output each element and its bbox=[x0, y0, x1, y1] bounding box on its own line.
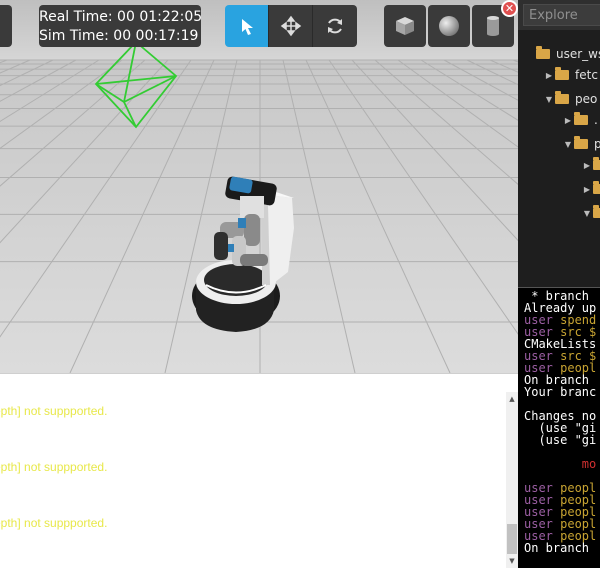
terminal-line: (use "gi bbox=[524, 433, 597, 447]
terminal-line: Your branc bbox=[524, 385, 597, 399]
tree-item[interactable]: ▼ p bbox=[562, 134, 600, 154]
tree-item[interactable]: ▼ peo bbox=[543, 89, 597, 109]
folder-icon bbox=[593, 157, 600, 170]
tree-item[interactable]: ▼ bbox=[581, 203, 600, 223]
translate-tool-button[interactable] bbox=[269, 5, 313, 47]
rotate-icon bbox=[328, 18, 342, 34]
folder-icon bbox=[555, 91, 569, 104]
explorer-header: Explore bbox=[518, 0, 600, 30]
chevron-down-icon[interactable]: ▼ bbox=[581, 209, 593, 218]
tree-item[interactable]: ▶ bbox=[581, 179, 600, 199]
console-log[interactable]: epth] not suppported. epth] not suppport… bbox=[0, 373, 518, 568]
terminal-line: mo bbox=[524, 457, 597, 471]
folder-icon bbox=[574, 136, 588, 149]
console-line: epth] not suppported. bbox=[0, 516, 108, 530]
file-explorer: Explore user_ws ▶ fetc ▼ peo ▶. ▼ p ▶ ▶ ▼ bbox=[518, 0, 600, 287]
chevron-right-icon[interactable]: ▶ bbox=[543, 71, 555, 80]
folder-icon bbox=[555, 67, 569, 80]
folder-icon bbox=[593, 205, 600, 218]
terminal-panel[interactable]: * branch Already up user spend user src $ CM… bbox=[518, 287, 600, 568]
box-shape-button[interactable] bbox=[384, 5, 426, 47]
sim-time-label: Sim Time: 00 00:17:19 bbox=[39, 28, 199, 44]
cursor-arrow-icon bbox=[241, 19, 253, 35]
console-line: epth] not suppported. bbox=[0, 460, 108, 474]
tree-item[interactable]: ▶ fetc bbox=[543, 65, 598, 85]
scroll-up-icon[interactable]: ▲ bbox=[507, 394, 517, 404]
cube-icon bbox=[396, 17, 414, 35]
cylinder-icon bbox=[487, 16, 499, 36]
tree-item[interactable]: ▶. bbox=[562, 110, 598, 130]
scroll-down-icon[interactable]: ▼ bbox=[507, 556, 517, 566]
explorer-search-input[interactable]: Explore bbox=[523, 4, 600, 26]
rotate-tool-button[interactable] bbox=[313, 5, 357, 47]
folder-icon bbox=[574, 112, 588, 125]
scene-viewport[interactable]: Real Time: 00 01:22:05 Sim Time: 00 00:1… bbox=[0, 0, 518, 373]
console-line: epth] not suppported. bbox=[0, 404, 108, 418]
tree-item-label: user_ws bbox=[556, 47, 600, 61]
folder-icon bbox=[536, 46, 550, 59]
sphere-shape-button[interactable] bbox=[428, 5, 470, 47]
sphere-icon bbox=[439, 16, 459, 36]
console-scrollbar[interactable]: ▲ ▼ bbox=[506, 392, 518, 568]
chevron-right-icon[interactable]: ▶ bbox=[581, 185, 593, 194]
real-time-label: Real Time: 00 01:22:05 bbox=[39, 9, 203, 25]
tree-item-label: peo bbox=[575, 92, 598, 106]
tree-item-label: . bbox=[594, 113, 598, 127]
chevron-right-icon[interactable]: ▶ bbox=[562, 116, 574, 125]
move-arrows-icon bbox=[280, 15, 301, 37]
chevron-right-icon[interactable]: ▶ bbox=[581, 161, 593, 170]
chevron-down-icon[interactable]: ▼ bbox=[562, 140, 574, 149]
transform-toolbar bbox=[225, 5, 357, 47]
folder-icon bbox=[593, 181, 600, 194]
time-display: Real Time: 00 01:22:05 Sim Time: 00 00:1… bbox=[39, 5, 203, 47]
close-icon[interactable]: ✕ bbox=[501, 0, 518, 17]
insert-shapes-toolbar bbox=[384, 5, 514, 47]
scene-render bbox=[0, 0, 518, 373]
side-panel-toggle[interactable] bbox=[0, 5, 12, 47]
chevron-down-icon[interactable]: ▼ bbox=[543, 95, 555, 104]
tree-item-label: fetc bbox=[575, 68, 598, 82]
scrollbar-thumb[interactable] bbox=[507, 524, 517, 554]
terminal-line: On branch bbox=[524, 541, 590, 555]
tree-item[interactable]: ▶ bbox=[581, 155, 600, 175]
tree-item[interactable]: user_ws bbox=[524, 44, 600, 64]
tree-item-label: p bbox=[594, 137, 600, 151]
select-tool-button[interactable] bbox=[225, 5, 269, 47]
